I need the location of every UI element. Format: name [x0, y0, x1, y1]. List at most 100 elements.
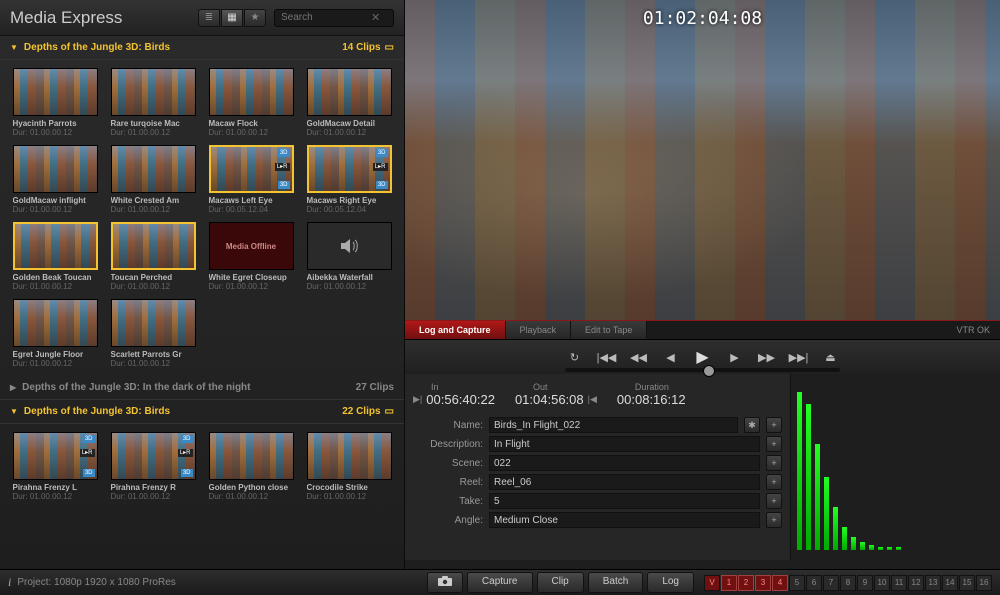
- clip-thumbnail[interactable]: [307, 432, 392, 480]
- channel-16[interactable]: 16: [976, 575, 992, 591]
- view-grid-icon[interactable]: ▦: [221, 9, 243, 27]
- goto-start-icon[interactable]: |◀◀: [597, 347, 617, 367]
- out-timecode[interactable]: 01:04:56:08: [515, 392, 584, 407]
- tab-log-capture[interactable]: Log and Capture: [405, 321, 506, 339]
- clip-item[interactable]: 3DL▸R3DMacaws Left EyeDur: 00.05.12.04: [204, 145, 298, 214]
- desc-field[interactable]: [489, 436, 760, 452]
- name-add-icon[interactable]: +: [766, 417, 782, 433]
- tab-playback[interactable]: Playback: [506, 321, 572, 339]
- channel-10[interactable]: 10: [874, 575, 890, 591]
- scene-field[interactable]: [489, 455, 760, 471]
- clip-item[interactable]: White Crested AmDur: 01.00.00.12: [106, 145, 200, 214]
- clip-thumbnail[interactable]: [13, 145, 98, 193]
- clip-item[interactable]: Golden Beak ToucanDur: 01.00.00.12: [8, 222, 102, 291]
- desc-add-icon[interactable]: +: [766, 436, 782, 452]
- clip-item[interactable]: Aibekka WaterfallDur: 01.00.00.12: [302, 222, 396, 291]
- clip-item[interactable]: Hyacinth ParrotsDur: 01.00.00.12: [8, 68, 102, 137]
- clear-search-icon[interactable]: ✕: [371, 11, 380, 24]
- channel-6[interactable]: 6: [806, 575, 822, 591]
- clip-item[interactable]: Macaw FlockDur: 01.00.00.12: [204, 68, 298, 137]
- clip-item[interactable]: 3DL▸R3DMacaws Right EyeDur: 00.05.12.04: [302, 145, 396, 214]
- info-icon[interactable]: i: [8, 575, 11, 590]
- channel-5[interactable]: 5: [789, 575, 805, 591]
- angle-add-icon[interactable]: +: [766, 512, 782, 528]
- rewind-icon[interactable]: ◀◀: [629, 347, 649, 367]
- channel-13[interactable]: 13: [925, 575, 941, 591]
- channel-2[interactable]: 2: [738, 575, 754, 591]
- mark-out-icon[interactable]: |◀: [588, 394, 597, 405]
- clip-item[interactable]: 3DL▸R3DPirahna Frenzy LDur: 01.00.00.12: [8, 432, 102, 501]
- clip-item[interactable]: 3DL▸R3DPirahna Frenzy RDur: 01.00.00.12: [106, 432, 200, 501]
- log-button[interactable]: Log: [647, 572, 694, 593]
- batch-button[interactable]: Batch: [588, 572, 644, 593]
- channel-15[interactable]: 15: [959, 575, 975, 591]
- clip-item[interactable]: Golden Python closeDur: 01.00.00.12: [204, 432, 298, 501]
- clip-thumbnail[interactable]: [209, 68, 294, 116]
- clip-item[interactable]: Rare turqoise MacDur: 01.00.00.12: [106, 68, 200, 137]
- clip-thumbnail[interactable]: [111, 299, 196, 347]
- search-input[interactable]: [281, 12, 371, 23]
- step-fwd-icon[interactable]: ▶: [725, 347, 745, 367]
- clip-thumbnail[interactable]: 3DL▸R3D: [307, 145, 392, 193]
- channel-8[interactable]: 8: [840, 575, 856, 591]
- still-capture-icon[interactable]: [427, 572, 463, 593]
- clip-thumbnail[interactable]: [111, 68, 196, 116]
- goto-end-icon[interactable]: ▶▶|: [789, 347, 809, 367]
- view-list-icon[interactable]: ≣: [198, 9, 220, 27]
- bin-header[interactable]: ▼Depths of the Jungle 3D: Birds22 Clips …: [0, 400, 404, 424]
- step-back-icon[interactable]: ◀: [661, 347, 681, 367]
- clip-item[interactable]: Egret Jungle FloorDur: 01.00.00.12: [8, 299, 102, 368]
- clip-thumbnail[interactable]: [209, 432, 294, 480]
- clip-thumbnail[interactable]: [307, 222, 392, 270]
- clip-item[interactable]: Crocodile StrikeDur: 01.00.00.12: [302, 432, 396, 501]
- fast-fwd-icon[interactable]: ▶▶: [757, 347, 777, 367]
- loop-icon[interactable]: ↻: [565, 347, 585, 367]
- video-viewer[interactable]: 01:02:04:08: [405, 0, 1000, 320]
- reel-field[interactable]: [489, 474, 760, 490]
- clip-thumbnail[interactable]: [307, 68, 392, 116]
- in-timecode[interactable]: 00:56:40:22: [426, 392, 495, 407]
- capture-button[interactable]: Capture: [467, 572, 533, 593]
- channel-9[interactable]: 9: [857, 575, 873, 591]
- play-icon[interactable]: ▶: [693, 347, 713, 367]
- take-field[interactable]: [489, 493, 760, 509]
- clip-thumbnail[interactable]: 3DL▸R3D: [111, 432, 196, 480]
- clip-item[interactable]: Media OfflineWhite Egret CloseupDur: 01.…: [204, 222, 298, 291]
- eject-icon[interactable]: ⏏: [821, 347, 841, 367]
- clip-thumbnail[interactable]: [13, 222, 98, 270]
- channel-7[interactable]: 7: [823, 575, 839, 591]
- clip-thumbnail[interactable]: [111, 145, 196, 193]
- tab-edit-to-tape[interactable]: Edit to Tape: [571, 321, 647, 339]
- name-field[interactable]: [489, 417, 738, 433]
- bin-list[interactable]: ▼Depths of the Jungle 3D: Birds14 Clips …: [0, 36, 404, 569]
- clip-thumbnail[interactable]: Media Offline: [209, 222, 294, 270]
- clip-thumbnail[interactable]: 3DL▸R3D: [209, 145, 294, 193]
- clip-thumbnail[interactable]: 3DL▸R3D: [13, 432, 98, 480]
- search-field[interactable]: ✕: [274, 9, 394, 27]
- bin-header[interactable]: ▶Depths of the Jungle 3D: In the dark of…: [0, 376, 404, 400]
- clip-thumbnail[interactable]: [13, 68, 98, 116]
- clip-item[interactable]: Scarlett Parrots GrDur: 01.00.00.12: [106, 299, 200, 368]
- channel-11[interactable]: 11: [891, 575, 907, 591]
- name-lock-icon[interactable]: ✱: [744, 417, 760, 433]
- channel-1[interactable]: 1: [721, 575, 737, 591]
- channel-4[interactable]: 4: [772, 575, 788, 591]
- channel-3[interactable]: 3: [755, 575, 771, 591]
- clip-thumbnail[interactable]: [13, 299, 98, 347]
- clip-item[interactable]: GoldMacaw inflightDur: 01.00.00.12: [8, 145, 102, 214]
- view-star-icon[interactable]: ★: [244, 9, 266, 27]
- clip-button[interactable]: Clip: [537, 572, 584, 593]
- mark-in-icon[interactable]: ▶|: [413, 394, 422, 405]
- reel-add-icon[interactable]: +: [766, 474, 782, 490]
- scene-add-icon[interactable]: +: [766, 455, 782, 471]
- jog-scrubber[interactable]: [565, 368, 840, 372]
- clip-item[interactable]: GoldMacaw DetailDur: 01.00.00.12: [302, 68, 396, 137]
- angle-field[interactable]: [489, 512, 760, 528]
- channel-14[interactable]: 14: [942, 575, 958, 591]
- channel-video[interactable]: V: [704, 575, 720, 591]
- bin-header[interactable]: ▼Depths of the Jungle 3D: Birds14 Clips …: [0, 36, 404, 60]
- take-add-icon[interactable]: +: [766, 493, 782, 509]
- clip-thumbnail[interactable]: [111, 222, 196, 270]
- clip-item[interactable]: Toucan PerchedDur: 01.00.00.12: [106, 222, 200, 291]
- channel-12[interactable]: 12: [908, 575, 924, 591]
